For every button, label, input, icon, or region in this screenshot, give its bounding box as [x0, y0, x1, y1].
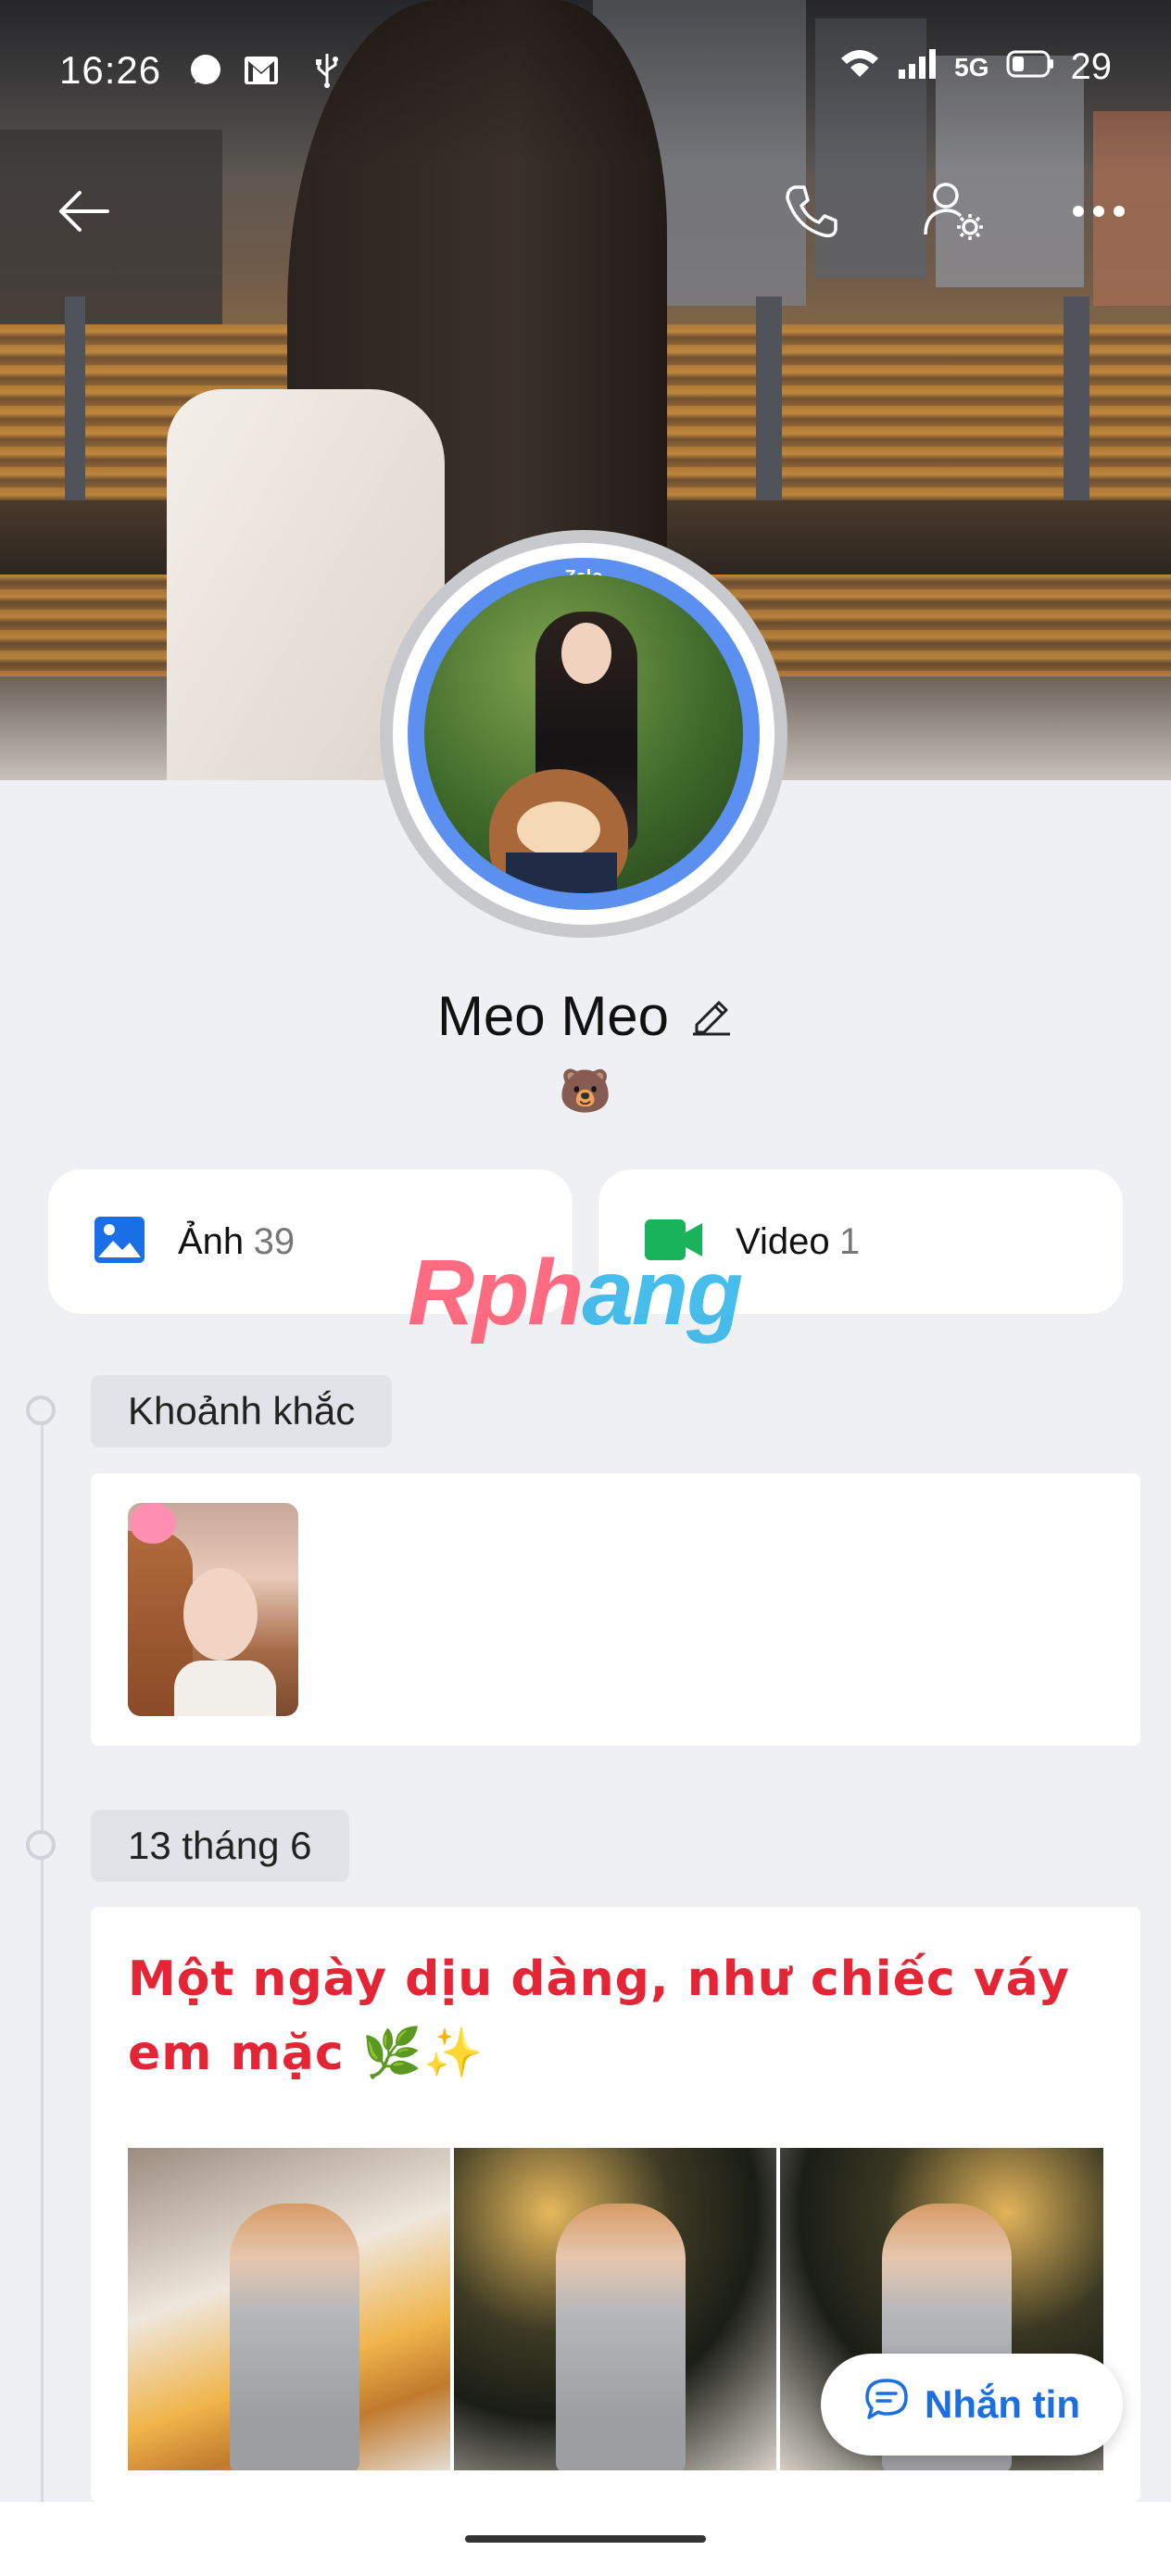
- watermark-part: ang: [582, 1241, 743, 1345]
- status-time: 16:26: [59, 48, 162, 92]
- post-photo[interactable]: [454, 2148, 776, 2470]
- gmail-notification-icon: [243, 52, 280, 89]
- usb-icon: [313, 52, 341, 89]
- timeline-dot: [26, 1395, 56, 1425]
- avatar[interactable]: Zalo: [380, 530, 787, 938]
- profile-bio: 🐻: [559, 1067, 612, 1115]
- moments-label: Khoảnh khắc: [91, 1375, 393, 1447]
- timeline-line: [41, 1410, 44, 2522]
- status-bar: 16:26 5G 29: [0, 0, 1171, 139]
- chat-bubble-icon: [863, 2377, 910, 2432]
- timeline-dot: [26, 1830, 56, 1860]
- photos-label: Ảnh: [178, 1220, 245, 1262]
- bear-sticker-face: [517, 802, 600, 857]
- more-icon: [1071, 202, 1127, 225]
- profile-name-row: Meo Meo: [0, 984, 1171, 1048]
- profile-name: Meo Meo: [436, 985, 670, 1047]
- battery-icon: [1006, 46, 1054, 88]
- avatar-photo: [424, 575, 743, 893]
- phone-icon: [782, 182, 841, 246]
- post-photo-figure: [230, 2203, 359, 2470]
- photos-count: 39: [253, 1220, 296, 1262]
- moments-panel: [91, 1473, 1140, 1746]
- messenger-notification-icon: [187, 52, 224, 89]
- call-button[interactable]: [774, 176, 849, 250]
- status-right-group: 5G 29: [839, 46, 1112, 88]
- battery-level: 29: [1070, 46, 1113, 87]
- wifi-icon: [839, 46, 880, 88]
- post-date-label: 13 tháng 6: [91, 1810, 349, 1882]
- moment-thumbnail[interactable]: [128, 1503, 298, 1716]
- avatar-ring: Zalo: [393, 543, 774, 925]
- moment-top: [174, 1661, 276, 1716]
- signal-icon: [897, 46, 938, 88]
- moment-face: [183, 1568, 258, 1661]
- videos-label: Video: [736, 1220, 830, 1262]
- back-arrow-icon: [56, 188, 111, 239]
- watermark-part: Rph: [408, 1241, 584, 1345]
- send-message-label: Nhắn tin: [925, 2382, 1080, 2426]
- bear-sticker-shirt: [506, 852, 617, 893]
- post-photo-figure: [556, 2203, 686, 2470]
- back-button[interactable]: [46, 176, 120, 250]
- post-caption: Một ngày dịu dàng, như chiếc váy em mặc …: [128, 1951, 1071, 2081]
- edit-name-button[interactable]: [689, 991, 734, 1041]
- profile-settings-button[interactable]: [917, 176, 991, 250]
- videos-count: 1: [839, 1220, 861, 1262]
- post-photo[interactable]: [128, 2148, 450, 2470]
- send-message-button[interactable]: Nhắn tin: [821, 2354, 1123, 2456]
- more-options-button[interactable]: [1062, 176, 1136, 250]
- user-settings-icon: [922, 179, 987, 248]
- watermark-logo: Rphang: [408, 1240, 743, 1346]
- avatar-face: [561, 623, 611, 684]
- network-type: 5G: [954, 52, 989, 82]
- pig-sticker: [130, 1503, 176, 1544]
- image-icon: [93, 1213, 146, 1271]
- edit-pencil-icon: [689, 1001, 734, 1040]
- home-indicator[interactable]: [465, 2535, 706, 2543]
- avatar-frame: Zalo: [408, 558, 760, 910]
